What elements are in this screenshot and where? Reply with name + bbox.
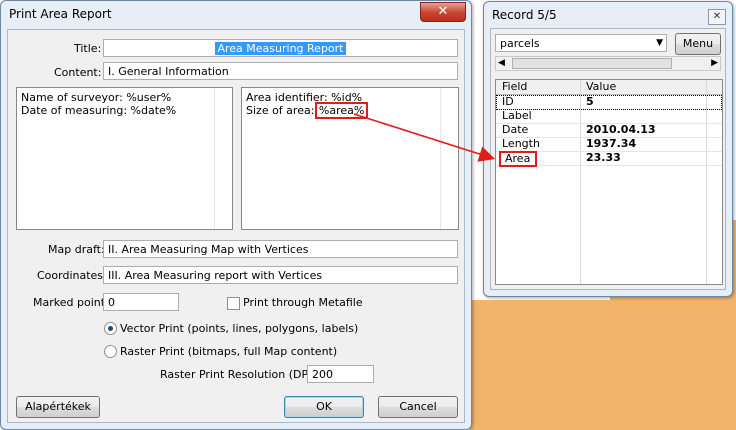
cancel-button[interactable]: Cancel [378,396,458,418]
dialog-client: Title: Area Measuring Report Content: I.… [7,29,465,423]
vector-print-label: Vector Print (points, lines, polygons, l… [120,322,359,335]
print-area-report-dialog: Print Area Report ✕ Title: Area Measurin… [0,0,472,430]
record-title: Record 5/5 [492,8,557,22]
map-draft-label: Map draft: [48,243,105,256]
raster-print-radio[interactable] [104,345,117,358]
raster-print-label: Raster Print (bitmaps, full Map content) [120,345,338,358]
defaults-button[interactable]: Alapértékek [16,396,100,418]
chevron-down-icon[interactable]: ▼ [656,36,663,51]
record-close-button[interactable]: ✕ [708,9,726,25]
right-scrollbar[interactable] [440,88,458,229]
value-cell[interactable]: 23.33 [586,151,621,165]
col-header-value[interactable]: Value [586,80,616,94]
left-text-area[interactable]: Name of surveyor: %user% Date of measuri… [16,87,233,230]
field-cell[interactable]: Length [502,137,540,151]
ok-button[interactable]: OK [284,396,364,418]
close-icon: ✕ [712,11,722,22]
area-token-highlight: %area% [314,102,369,119]
dialog-titlebar[interactable]: Print Area Report ✕ [1,1,471,27]
field-cell[interactable]: Label [502,109,532,123]
layer-select[interactable]: parcels ▼ [495,34,667,52]
dialog-title: Print Area Report [9,7,112,21]
left-text-line-2: Date of measuring: %date% [21,104,177,117]
field-cell[interactable]: ID [502,95,514,109]
grid-divider [580,80,581,284]
menu-button[interactable]: Menu [675,33,721,55]
value-cell[interactable]: 1937.34 [586,137,636,151]
marked-point-input[interactable]: 0 [103,293,179,311]
right-text-area[interactable]: Area identifier: %id% Size of area: %are… [241,87,459,230]
scroll-left-icon[interactable]: ◀ [498,58,505,68]
field-cell-area[interactable]: Area [499,151,537,167]
coordinates-input[interactable]: III. Area Measuring report with Vertices [103,266,458,284]
metafile-checkbox[interactable] [227,297,240,310]
content-input[interactable]: I. General Information [103,62,458,80]
title-label: Title: [74,42,102,55]
right-text-line-2-prefix: Size of area: [246,104,318,117]
record-titlebar[interactable]: Record 5/5 ✕ [484,2,732,28]
horizontal-scrollbar[interactable]: ◀ ▶ [495,56,721,71]
coordinates-label: Coordinates: [37,269,107,282]
record-grid: Field Value ID 5 Label Date 2010.04.13 L… [495,79,723,285]
value-cell[interactable]: 2010.04.13 [586,123,656,137]
marked-point-label: Marked point: [33,296,109,309]
grid-divider [706,80,707,284]
vector-print-radio[interactable] [104,322,117,335]
title-input[interactable]: Area Measuring Report [103,39,458,57]
close-icon: ✕ [437,4,449,19]
record-client: parcels ▼ Menu ◀ ▶ Field Value ID 5 Labe… [490,28,726,290]
value-cell[interactable]: 5 [586,95,594,109]
left-scrollbar[interactable] [214,88,232,229]
map-draft-input[interactable]: II. Area Measuring Map with Vertices [103,240,458,258]
close-button[interactable]: ✕ [420,2,466,22]
col-header-field[interactable]: Field [502,80,527,94]
selected-row [496,95,722,110]
field-cell[interactable]: Date [502,123,528,137]
dpi-input[interactable]: 200 [307,365,374,383]
content-label: Content: [54,66,102,79]
scroll-right-icon[interactable]: ▶ [711,58,718,68]
dpi-label: Raster Print Resolution (DPI): [160,368,320,381]
record-window: Record 5/5 ✕ parcels ▼ Menu ◀ ▶ Field Va… [483,1,733,297]
metafile-label: Print through Metafile [243,296,363,309]
scroll-thumb[interactable] [512,58,672,69]
left-text-line-1: Name of surveyor: %user% [21,91,172,104]
